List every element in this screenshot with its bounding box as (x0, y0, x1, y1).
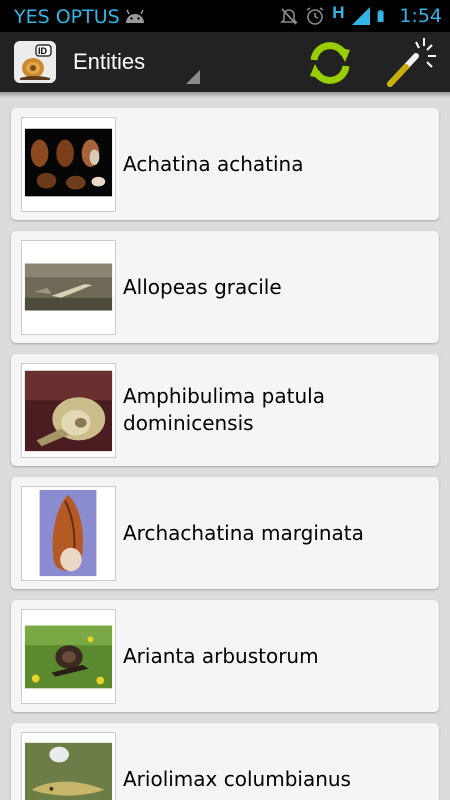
entity-list[interactable]: Achatina achatina Allopeas gracile Amphi… (0, 98, 450, 800)
mute-icon (280, 8, 299, 25)
entity-name: Archachatina marginata (123, 520, 364, 545)
arianta-arbustorum-photo (24, 625, 113, 689)
android-icon (126, 9, 144, 23)
list-item[interactable]: Achatina achatina (11, 108, 439, 220)
list-item[interactable]: Amphibulima patula dominicensis (11, 354, 439, 466)
thumbnail (21, 609, 116, 704)
list-item[interactable]: Ariolimax columbianus (11, 723, 439, 800)
svg-text:ID: ID (38, 46, 48, 56)
list-item[interactable]: Archachatina marginata (11, 477, 439, 589)
spinner-arrow-icon (186, 70, 200, 84)
entities-spinner[interactable]: Entities (60, 32, 202, 92)
refresh-icon[interactable] (304, 38, 356, 88)
achatina-achatina-photo (24, 128, 113, 197)
list-item[interactable]: Allopeas gracile (11, 231, 439, 343)
archachatina-marginata-photo (39, 489, 97, 577)
thumbnail (21, 240, 116, 335)
page-title: Entities (73, 49, 146, 74)
alarm-icon (306, 7, 324, 25)
status-icons: H 1:54 (279, 0, 442, 32)
thumbnail (21, 486, 116, 581)
status-bar: YES OPTUS H 1:54 (0, 0, 450, 32)
battery-icon (377, 10, 384, 22)
entity-name: Arianta arbustorum (123, 643, 319, 668)
magic-wand-icon[interactable] (384, 36, 438, 90)
clock: 1:54 (399, 5, 442, 27)
entity-name: Achatina achatina (123, 151, 304, 176)
action-bar: ID Entities (0, 32, 450, 92)
thumbnail (21, 732, 116, 800)
network-h-icon: H (332, 3, 345, 22)
app-snail-id-icon[interactable]: ID (14, 41, 56, 83)
entity-name: Amphibulima patula dominicensis (123, 384, 325, 435)
entity-name: Allopeas gracile (123, 274, 282, 299)
thumbnail (21, 363, 116, 458)
entity-name: Ariolimax columbianus (123, 766, 351, 791)
thumbnail (21, 117, 116, 212)
amphibulima-patula-photo (24, 370, 113, 452)
allopeas-gracile-photo (24, 263, 113, 311)
signal-icon (352, 7, 371, 25)
list-item[interactable]: Arianta arbustorum (11, 600, 439, 712)
carrier-name: YES OPTUS (14, 6, 120, 28)
ariolimax-columbianus-photo (24, 742, 113, 800)
